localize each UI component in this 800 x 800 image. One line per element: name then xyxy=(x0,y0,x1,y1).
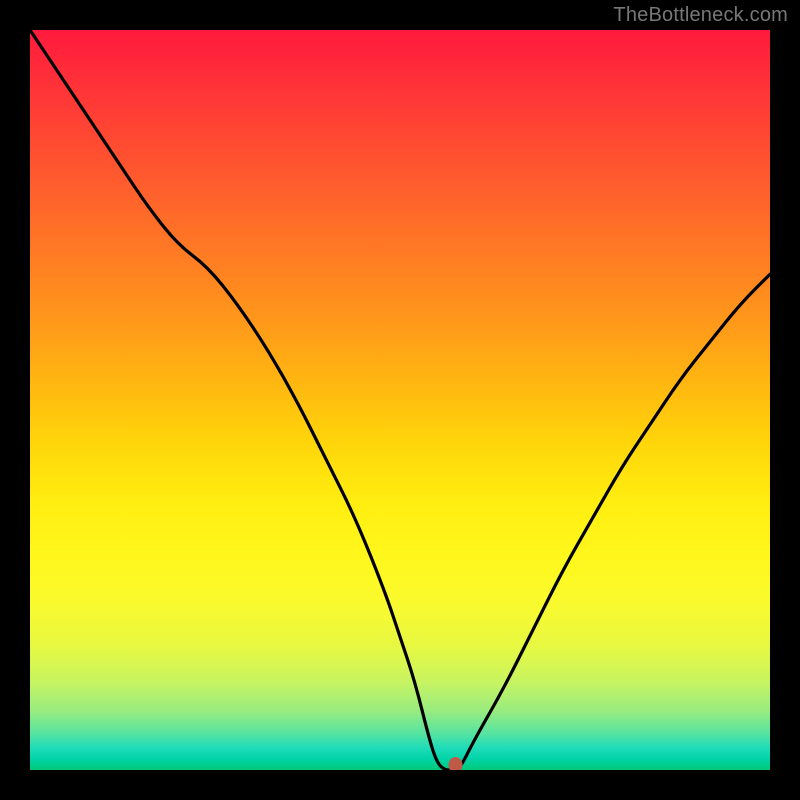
minimum-marker xyxy=(449,757,463,770)
bottleneck-curve xyxy=(30,30,770,770)
plot-area xyxy=(30,30,770,770)
chart-svg xyxy=(30,30,770,770)
watermark-text: TheBottleneck.com xyxy=(613,4,788,27)
chart-frame: TheBottleneck.com xyxy=(0,0,800,800)
